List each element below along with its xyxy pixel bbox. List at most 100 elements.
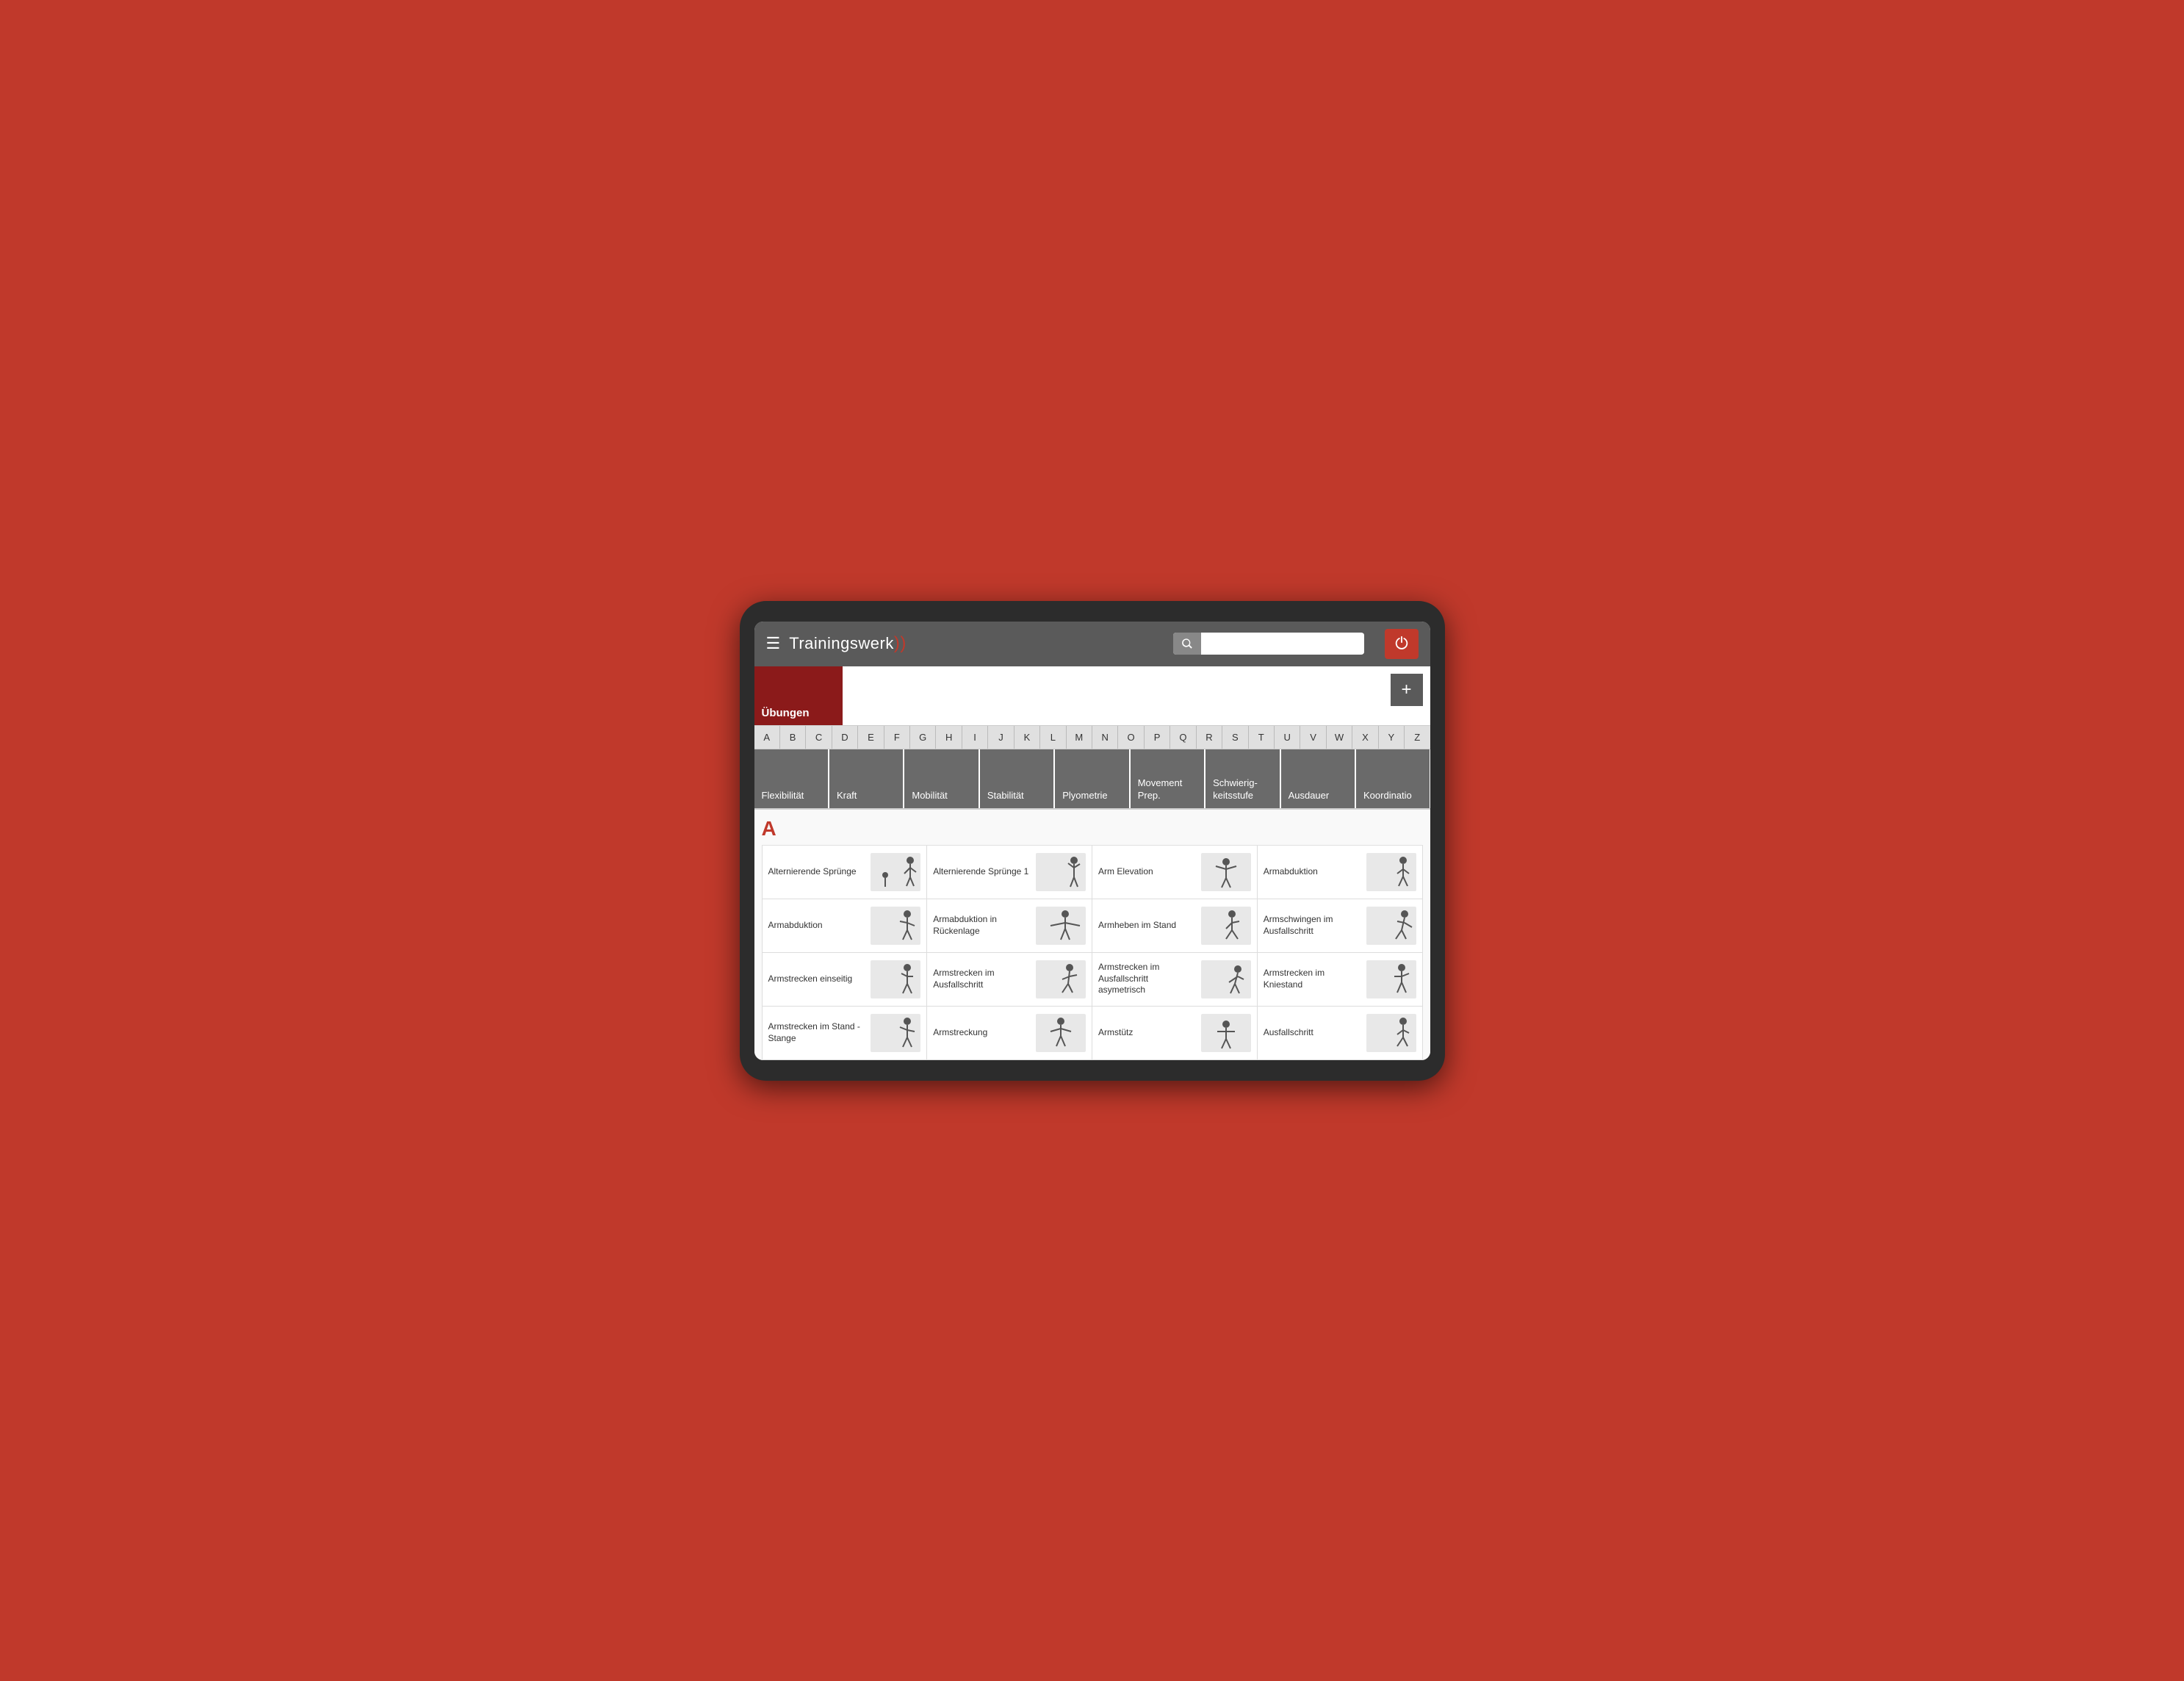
alpha-letter-Z[interactable]: Z — [1405, 726, 1430, 749]
exercise-name: Armabduktion — [1264, 866, 1361, 878]
exercise-thumbnail — [1201, 853, 1251, 891]
add-button[interactable]: + — [1391, 674, 1423, 706]
alpha-letter-K[interactable]: K — [1014, 726, 1040, 749]
search-input[interactable] — [1201, 633, 1364, 654]
exercise-cell[interactable]: Armstrecken im Kniestand — [1258, 953, 1423, 1007]
exercise-name: Ausfallschritt — [1264, 1027, 1361, 1039]
alphabet-bar: ABCDEFGHIJKLMNOPQRSTUVWXYZ — [754, 725, 1430, 749]
alpha-letter-C[interactable]: C — [806, 726, 832, 749]
exercise-thumbnail — [871, 853, 920, 891]
exercise-thumbnail — [1366, 1014, 1416, 1052]
exercise-cell[interactable]: Armabduktion — [763, 899, 928, 953]
logo-swoosh: )) — [894, 633, 907, 653]
exercise-name: Armstrecken im Kniestand — [1264, 968, 1361, 990]
filter-item-Mobilitt[interactable]: Mobilität — [904, 749, 979, 808]
logo: Trainingswerk)) — [789, 633, 907, 654]
exercise-name: Armstrecken im Stand - Stange — [768, 1021, 865, 1044]
exercise-thumbnail — [1036, 1014, 1086, 1052]
alpha-letter-P[interactable]: P — [1145, 726, 1170, 749]
exercise-name: Armschwingen im Ausfallschritt — [1264, 914, 1361, 937]
exercise-cell[interactable]: Alternierende Sprünge 1 — [927, 846, 1092, 899]
filter-item-Plyometrie[interactable]: Plyometrie — [1055, 749, 1130, 808]
device-frame: ☰ Trainingswerk)) Übungen + ABCDEFGHIJK — [740, 601, 1445, 1081]
exercise-cell[interactable]: Armstütz — [1092, 1007, 1258, 1060]
exercise-cell[interactable]: Arm Elevation — [1092, 846, 1258, 899]
alpha-letter-X[interactable]: X — [1352, 726, 1378, 749]
exercise-thumbnail — [871, 960, 920, 998]
filter-item-Schwierig--keitsstufe[interactable]: Schwierig- keitsstufe — [1205, 749, 1280, 808]
exercise-thumbnail — [1366, 853, 1416, 891]
exercise-name: Alternierende Sprünge — [768, 866, 865, 878]
alpha-letter-N[interactable]: N — [1092, 726, 1118, 749]
exercise-name: Armabduktion — [768, 920, 865, 932]
exercise-name: Armabduktion in Rückenlage — [933, 914, 1030, 937]
exercise-cell[interactable]: Ausfallschritt — [1258, 1007, 1423, 1060]
alpha-letter-M[interactable]: M — [1067, 726, 1092, 749]
exercise-thumbnail — [1366, 960, 1416, 998]
search-area — [1173, 633, 1364, 655]
alpha-letter-U[interactable]: U — [1275, 726, 1300, 749]
exercise-cell[interactable]: Armabduktion in Rückenlage — [927, 899, 1092, 953]
alpha-letter-L[interactable]: L — [1040, 726, 1066, 749]
exercise-thumbnail — [1366, 907, 1416, 945]
hamburger-menu-icon[interactable]: ☰ — [766, 636, 781, 652]
content-area: A Alternierende SprüngeAlternierende Spr… — [754, 810, 1430, 1060]
filter-item-Movement-Prep[interactable]: Movement Prep. — [1131, 749, 1205, 808]
filter-item-Stabilitt[interactable]: Stabilität — [980, 749, 1055, 808]
alpha-letter-E[interactable]: E — [858, 726, 884, 749]
exercise-name: Armstrecken im Ausfallschritt — [933, 968, 1030, 990]
power-button[interactable] — [1385, 629, 1419, 659]
exercise-cell[interactable]: Alternierende Sprünge — [763, 846, 928, 899]
alpha-letter-A[interactable]: A — [754, 726, 780, 749]
exercise-name: Armstütz — [1098, 1027, 1195, 1039]
filter-item-Kraft[interactable]: Kraft — [829, 749, 904, 808]
screen: ☰ Trainingswerk)) Übungen + ABCDEFGHIJK — [754, 622, 1430, 1060]
exercise-thumbnail — [871, 907, 920, 945]
app-header: ☰ Trainingswerk)) — [754, 622, 1430, 666]
exercise-cell[interactable]: Armstreckung — [927, 1007, 1092, 1060]
alpha-letter-V[interactable]: V — [1300, 726, 1326, 749]
search-icon — [1173, 633, 1201, 655]
exercise-name: Arm Elevation — [1098, 866, 1195, 878]
exercise-cell[interactable]: Armstrecken einseitig — [763, 953, 928, 1007]
exercise-name: Armstrecken im Ausfallschritt asymetrisc… — [1098, 962, 1195, 996]
exercise-name: Armstrecken einseitig — [768, 973, 865, 985]
exercise-grid: Alternierende Sprünge Alternierende Sprün… — [762, 846, 1423, 1060]
alpha-letter-H[interactable]: H — [936, 726, 962, 749]
alpha-letter-D[interactable]: D — [832, 726, 858, 749]
exercise-cell[interactable]: Armstrecken im Stand - Stange — [763, 1007, 928, 1060]
alpha-letter-S[interactable]: S — [1222, 726, 1248, 749]
exercise-thumbnail — [1201, 907, 1251, 945]
alpha-letter-O[interactable]: O — [1118, 726, 1144, 749]
exercise-thumbnail — [1036, 907, 1086, 945]
filter-item-Flexibilitt[interactable]: Flexibilität — [754, 749, 829, 808]
exercise-name: Armstreckung — [933, 1027, 1030, 1039]
filter-item-Ausdauer[interactable]: Ausdauer — [1281, 749, 1356, 808]
exercise-thumbnail — [1036, 960, 1086, 998]
alpha-letter-T[interactable]: T — [1249, 726, 1275, 749]
alpha-letter-Q[interactable]: Q — [1170, 726, 1196, 749]
exercise-cell[interactable]: Armschwingen im Ausfallschritt — [1258, 899, 1423, 953]
exercise-thumbnail — [1201, 1014, 1251, 1052]
filter-item-Koordinatio[interactable]: Koordinatio — [1356, 749, 1430, 808]
alpha-letter-R[interactable]: R — [1197, 726, 1222, 749]
exercise-name: Alternierende Sprünge 1 — [933, 866, 1030, 878]
category-label: Übungen — [762, 707, 810, 719]
section-letter: A — [762, 810, 1423, 846]
exercise-thumbnail — [1036, 853, 1086, 891]
alpha-letter-I[interactable]: I — [962, 726, 988, 749]
alpha-letter-G[interactable]: G — [910, 726, 936, 749]
exercise-cell[interactable]: Armabduktion — [1258, 846, 1423, 899]
category-red-block: Übungen — [754, 666, 843, 725]
exercise-cell[interactable]: Armstrecken im Ausfallschritt — [927, 953, 1092, 1007]
exercise-cell[interactable]: Armstrecken im Ausfallschritt asymetrisc… — [1092, 953, 1258, 1007]
exercise-name: Armheben im Stand — [1098, 920, 1195, 932]
filter-bar: FlexibilitätKraftMobilitätStabilitätPlyo… — [754, 749, 1430, 810]
alpha-letter-F[interactable]: F — [884, 726, 910, 749]
alpha-letter-J[interactable]: J — [988, 726, 1014, 749]
exercise-thumbnail — [871, 1014, 920, 1052]
alpha-letter-W[interactable]: W — [1327, 726, 1352, 749]
alpha-letter-B[interactable]: B — [780, 726, 806, 749]
alpha-letter-Y[interactable]: Y — [1379, 726, 1405, 749]
exercise-cell[interactable]: Armheben im Stand — [1092, 899, 1258, 953]
